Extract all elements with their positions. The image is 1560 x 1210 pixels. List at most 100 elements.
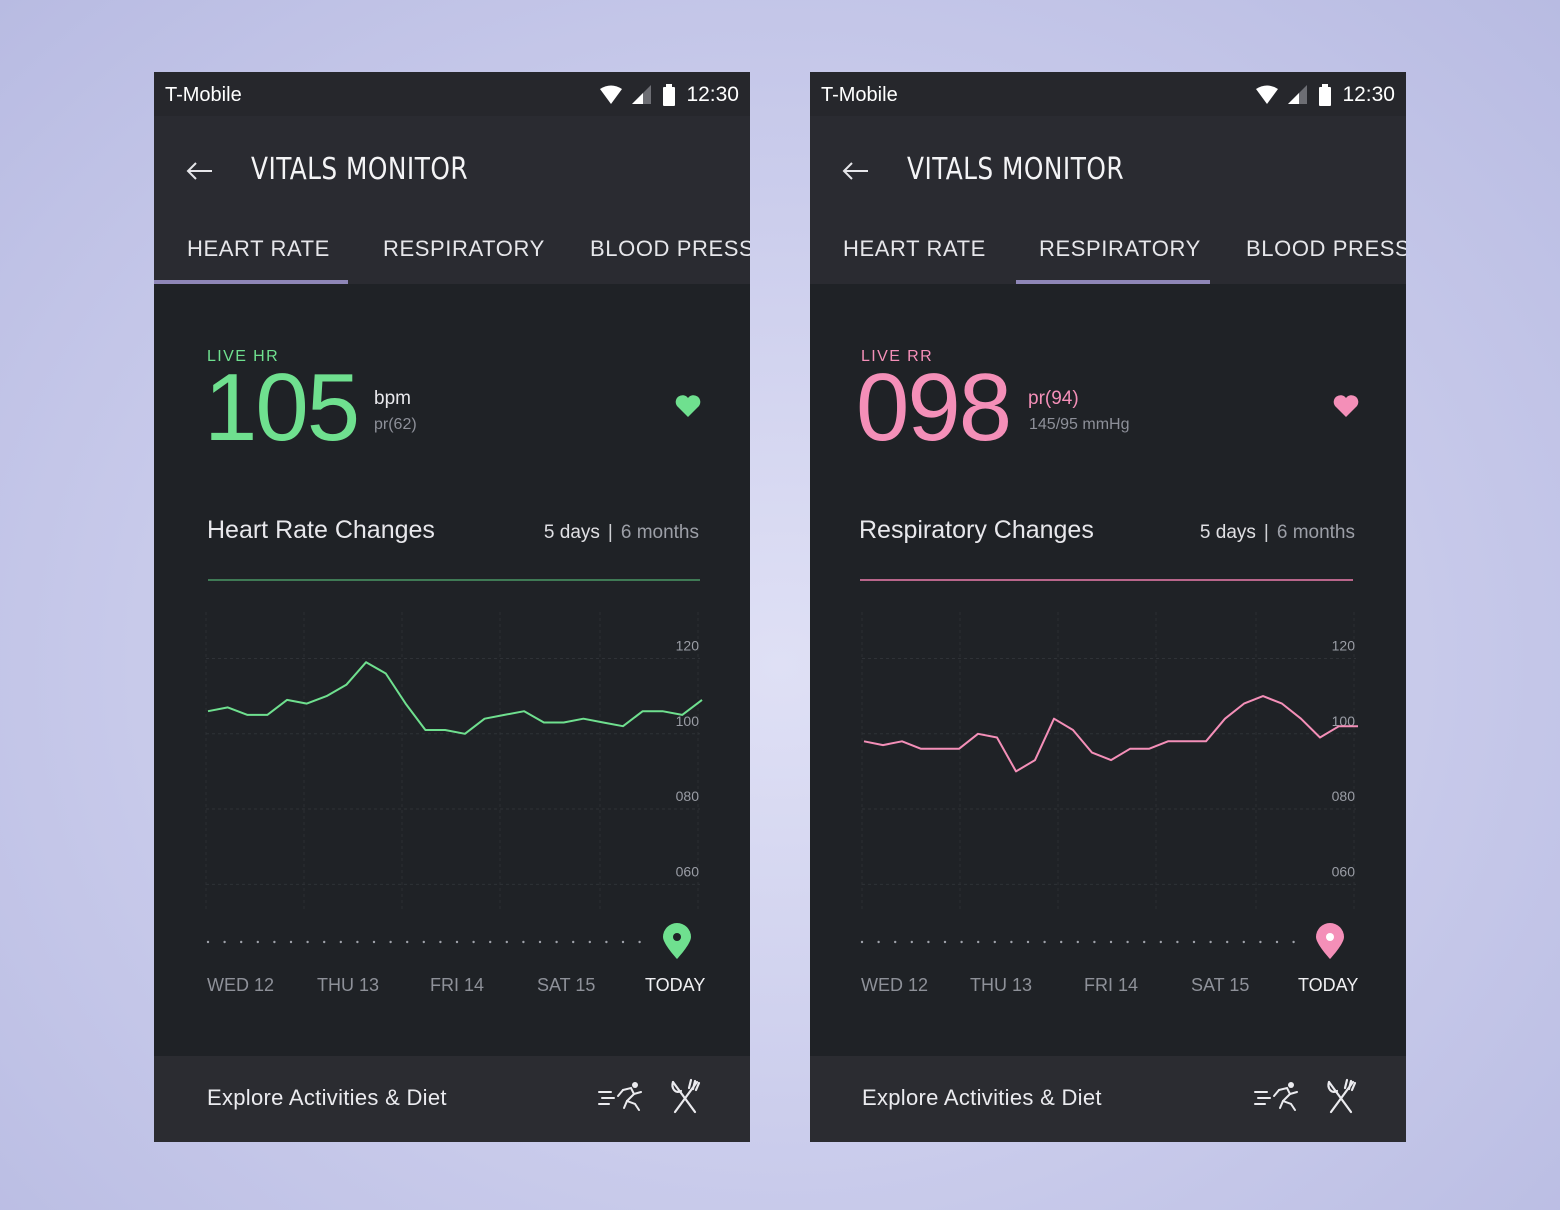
series-line bbox=[207, 661, 703, 735]
range-5-days[interactable]: 5 days bbox=[1200, 522, 1256, 543]
carrier-name: T-Mobile bbox=[821, 84, 898, 106]
battery-icon bbox=[663, 84, 676, 106]
timeline-dot bbox=[1126, 940, 1129, 944]
day-label: WED 12 bbox=[861, 975, 929, 995]
explore-bar[interactable]: Explore Activities & Diet bbox=[810, 1056, 1406, 1142]
phone-heart-rate: T-Mobile 12:30 VITALS MONITOR HEART RATE… bbox=[154, 72, 750, 1142]
wifi-icon bbox=[600, 85, 623, 104]
tab-respiratory[interactable]: RESPIRATORY bbox=[383, 236, 545, 262]
range-6-months[interactable]: 6 months bbox=[1277, 522, 1355, 543]
day-label-today: TODAY bbox=[1298, 975, 1359, 995]
timeline-dot bbox=[1093, 940, 1096, 944]
timeline-dot bbox=[538, 940, 542, 944]
active-tab-indicator bbox=[1016, 280, 1210, 284]
timeline-dot bbox=[1192, 940, 1196, 944]
pulse-reading: pr(62) bbox=[374, 416, 417, 433]
timeline-dot bbox=[1043, 940, 1046, 944]
range-selector: 5 days | 6 months bbox=[1200, 522, 1355, 544]
day-label: FRI 14 bbox=[430, 975, 485, 995]
section-title: Respiratory Changes bbox=[859, 516, 1094, 544]
section-title: Heart Rate Changes bbox=[207, 516, 435, 544]
explore-bar[interactable]: Explore Activities & Diet bbox=[154, 1056, 750, 1142]
timeline-dot bbox=[1209, 940, 1212, 944]
live-value: 098 bbox=[856, 354, 1012, 461]
timeline-dot bbox=[1010, 940, 1013, 944]
location-pin-icon[interactable] bbox=[1315, 922, 1345, 960]
carrier-name: T-Mobile bbox=[165, 84, 242, 106]
timeline-dot bbox=[943, 940, 947, 944]
tab-respiratory[interactable]: RESPIRATORY bbox=[1039, 236, 1201, 262]
back-arrow-icon[interactable] bbox=[840, 158, 872, 184]
tab-heart-rate[interactable]: HEART RATE bbox=[843, 236, 986, 262]
location-pin-icon[interactable] bbox=[662, 922, 692, 960]
timeline-dot bbox=[339, 940, 342, 944]
day-label: THU 13 bbox=[970, 975, 1033, 995]
timeline-dot bbox=[1275, 940, 1279, 944]
section-divider bbox=[860, 579, 1353, 581]
timeline-dot bbox=[289, 940, 293, 944]
timeline-dot bbox=[1076, 940, 1079, 944]
day-label: SAT 15 bbox=[537, 975, 596, 995]
range-6-months[interactable]: 6 months bbox=[621, 522, 699, 543]
timeline-dot bbox=[1026, 940, 1030, 944]
y-tick-label: 120 bbox=[676, 637, 700, 653]
fork-knife-icon[interactable] bbox=[669, 1078, 701, 1116]
timeline-dot bbox=[621, 940, 625, 944]
running-person-icon[interactable] bbox=[1253, 1080, 1299, 1114]
tab-blood-pressure[interactable]: BLOOD PRESSU bbox=[590, 236, 750, 262]
timeline-dot bbox=[240, 940, 243, 944]
status-bar: T-Mobile 12:30 bbox=[810, 72, 1406, 116]
timeline-dot bbox=[1292, 940, 1295, 944]
back-arrow-icon[interactable] bbox=[184, 158, 216, 184]
timeline-dot bbox=[206, 940, 210, 944]
timeline-dot bbox=[910, 940, 913, 944]
timeline-dot bbox=[977, 940, 980, 944]
timeline-dot bbox=[306, 940, 309, 944]
day-label: THU 13 bbox=[317, 975, 380, 995]
timeline-dots bbox=[206, 940, 641, 944]
timeline-dot bbox=[993, 940, 996, 944]
y-tick-label: 060 bbox=[676, 863, 700, 879]
running-person-icon[interactable] bbox=[597, 1080, 643, 1114]
timeline-dot bbox=[1060, 940, 1063, 944]
timeline-dot bbox=[1242, 940, 1245, 944]
timeline-dot bbox=[472, 940, 475, 944]
y-tick-label: 120 bbox=[1332, 637, 1356, 653]
explore-label: Explore Activities & Diet bbox=[862, 1085, 1102, 1110]
heart-icon[interactable] bbox=[675, 394, 701, 418]
unit-label: bpm bbox=[374, 388, 411, 409]
explore-label: Explore Activities & Diet bbox=[207, 1085, 447, 1110]
timeline-dot bbox=[323, 940, 326, 944]
range-5-days[interactable]: 5 days bbox=[544, 522, 600, 543]
timeline-dot bbox=[505, 940, 508, 944]
timeline-dot bbox=[860, 940, 864, 944]
timeline-dot bbox=[1259, 940, 1262, 944]
app-bar: VITALS MONITOR HEART RATE RESPIRATORY BL… bbox=[154, 116, 750, 284]
clock: 12:30 bbox=[686, 83, 739, 106]
timeline-dot bbox=[894, 940, 897, 944]
timeline-dot bbox=[1143, 940, 1146, 944]
pulse-reading: pr(94) bbox=[1028, 388, 1079, 409]
timeline-dot bbox=[638, 940, 641, 944]
tab-blood-pressure[interactable]: BLOOD PRESSU bbox=[1246, 236, 1406, 262]
timeline-dot bbox=[223, 940, 226, 944]
range-separator: | bbox=[1263, 522, 1269, 543]
timeline-dot bbox=[356, 940, 359, 944]
page-title: VITALS MONITOR bbox=[251, 152, 469, 187]
timeline-dot bbox=[927, 940, 930, 944]
fork-knife-icon[interactable] bbox=[1325, 1078, 1357, 1116]
range-selector: 5 days | 6 months bbox=[544, 522, 699, 544]
timeline-dot bbox=[455, 940, 459, 944]
y-tick-label: 080 bbox=[676, 788, 700, 804]
timeline-dot bbox=[877, 940, 880, 944]
y-tick-label: 080 bbox=[1332, 788, 1356, 804]
timeline-dot bbox=[605, 940, 608, 944]
wifi-icon bbox=[1256, 85, 1279, 104]
tab-heart-rate[interactable]: HEART RATE bbox=[187, 236, 330, 262]
heart-icon[interactable] bbox=[1333, 394, 1359, 418]
timeline-dot bbox=[588, 940, 591, 944]
heart-rate-chart: 120100080060 bbox=[205, 612, 703, 912]
timeline-dot bbox=[1109, 940, 1113, 944]
phone-respiratory: T-Mobile 12:30 VITALS MONITOR HEART RATE… bbox=[810, 72, 1406, 1142]
timeline-dot bbox=[489, 940, 492, 944]
